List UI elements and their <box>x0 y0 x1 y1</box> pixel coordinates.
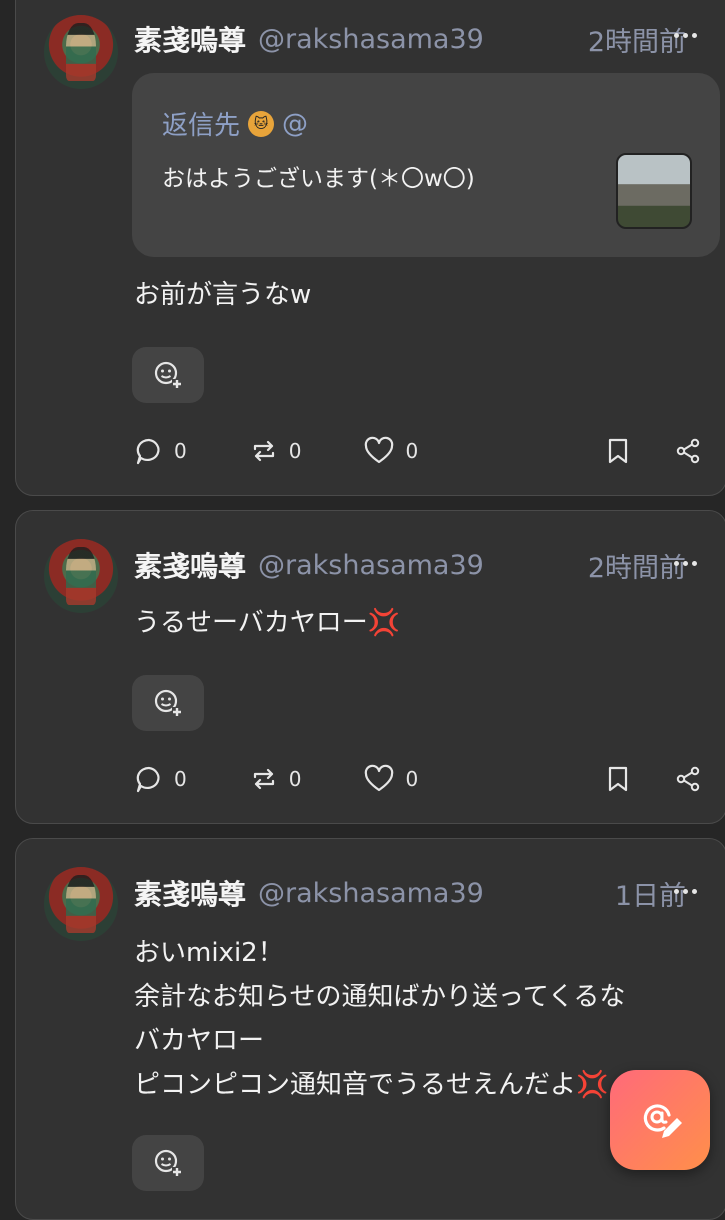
post-header: 素戔嗚尊 @rakshasama39 2時間前 <box>134 535 686 595</box>
comment-count: 0 <box>174 767 187 791</box>
post-card[interactable]: 素戔嗚尊 @rakshasama39 2時間前 返信先 🐱 @ おはようございま… <box>15 0 725 496</box>
cat-avatar-icon: 🐱 <box>248 110 275 137</box>
author-handle[interactable]: @rakshasama39 <box>258 24 484 55</box>
reply-to-handle[interactable]: @ <box>282 109 308 139</box>
add-reaction-button[interactable] <box>132 347 204 403</box>
author-handle[interactable]: @rakshasama39 <box>258 550 484 581</box>
more-options-button[interactable] <box>672 23 702 43</box>
post-card[interactable]: 素戔嗚尊 @rakshasama39 2時間前 うるせーバカヤロー💢 0 0 0 <box>15 510 725 824</box>
avatar[interactable] <box>44 15 118 89</box>
more-options-button[interactable] <box>672 879 702 899</box>
repost-count: 0 <box>288 767 302 791</box>
repost-icon <box>253 440 274 462</box>
reply-to-header: 返信先 🐱 @ <box>162 105 308 142</box>
post-header: 素戔嗚尊 @rakshasama39 2時間前 <box>134 9 686 69</box>
avatar[interactable] <box>44 539 118 613</box>
bookmark-icon[interactable] <box>606 765 630 793</box>
post-text: おいmixi2！ 余計なお知らせの通知ばかり送ってくるな バカヤロー ピコンピコ… <box>134 938 626 1100</box>
avatar[interactable] <box>44 867 118 941</box>
post-header: 素戔嗚尊 @rakshasama39 1日前 <box>134 863 686 923</box>
compose-button[interactable] <box>610 1070 710 1170</box>
repost-button[interactable]: 0 <box>249 436 302 466</box>
like-button[interactable]: 0 <box>363 764 418 794</box>
repost-button[interactable]: 0 <box>249 764 302 794</box>
author-name[interactable]: 素戔嗚尊 <box>134 19 246 59</box>
share-icon[interactable] <box>674 765 702 793</box>
post-actions: 0 0 0 <box>134 759 702 799</box>
share-icon[interactable] <box>674 437 702 465</box>
comment-icon <box>136 766 160 793</box>
quoted-text: おはようございます(＊〇w〇) <box>162 166 475 192</box>
like-count: 0 <box>405 767 419 791</box>
bookmark-icon[interactable] <box>606 437 630 465</box>
post-text: うるせーバカヤロー💢 <box>134 608 401 638</box>
post-text: お前が言うなw <box>134 280 312 310</box>
author-name[interactable]: 素戔嗚尊 <box>134 873 246 913</box>
emoji-add-icon <box>154 361 182 389</box>
reply-to-label: 返信先 <box>162 111 241 141</box>
emoji-add-icon <box>154 689 182 717</box>
heart-icon <box>365 764 394 792</box>
compose-icon <box>643 1104 682 1138</box>
post-actions: 0 0 0 <box>134 431 702 471</box>
add-reaction-button[interactable] <box>132 675 204 731</box>
like-count: 0 <box>405 439 419 463</box>
comment-button[interactable]: 0 <box>134 436 187 466</box>
emoji-add-icon <box>154 1149 182 1177</box>
like-button[interactable]: 0 <box>363 436 418 466</box>
author-handle[interactable]: @rakshasama39 <box>258 878 484 909</box>
more-options-button[interactable] <box>672 551 702 571</box>
author-name[interactable]: 素戔嗚尊 <box>134 545 246 585</box>
heart-icon <box>365 436 394 464</box>
comment-button[interactable]: 0 <box>134 764 187 794</box>
add-reaction-button[interactable] <box>132 1135 204 1191</box>
repost-icon <box>253 768 274 790</box>
comment-count: 0 <box>174 439 187 463</box>
repost-count: 0 <box>288 439 302 463</box>
reply-quote[interactable]: 返信先 🐱 @ おはようございます(＊〇w〇) <box>132 73 720 257</box>
comment-icon <box>136 438 160 465</box>
quoted-image-thumbnail[interactable] <box>616 153 692 229</box>
